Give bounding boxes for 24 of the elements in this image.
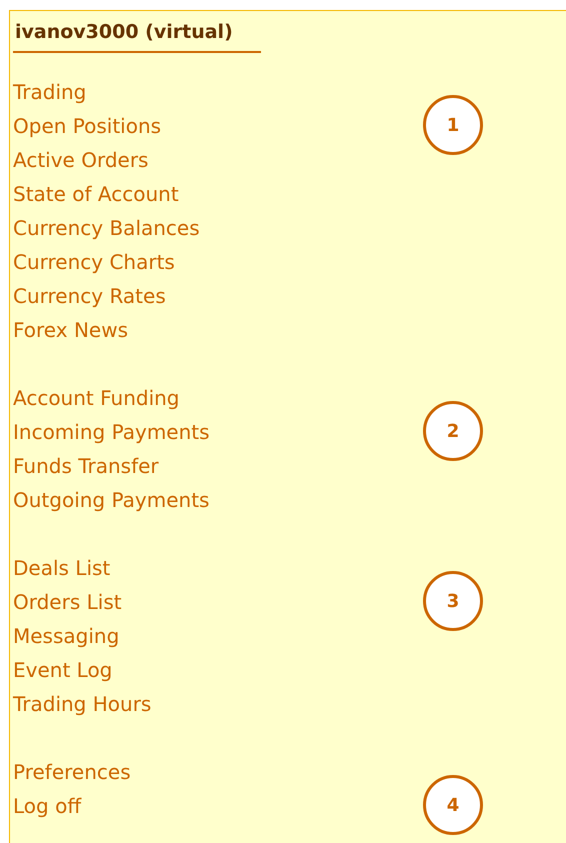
menu-link[interactable]: Trading Hours (13, 687, 152, 721)
menu-link[interactable]: Outgoing Payments (13, 483, 210, 517)
menu-link[interactable]: Orders List (13, 585, 122, 619)
menu-link[interactable]: State of Account (13, 177, 179, 211)
menu-link[interactable]: Currency Rates (13, 279, 166, 313)
menu-link[interactable]: Currency Balances (13, 211, 200, 245)
menu-link[interactable]: Trading (13, 75, 86, 109)
menu-link[interactable]: Deals List (13, 551, 110, 585)
menu-link[interactable]: Forex News (13, 313, 128, 347)
number-badge: 4 (423, 775, 483, 835)
menu-link[interactable]: Messaging (13, 619, 120, 653)
number-badge: 1 (423, 95, 483, 155)
number-badge: 2 (423, 401, 483, 461)
menu-link[interactable]: Active Orders (13, 143, 148, 177)
menu-link[interactable]: Log off (13, 789, 82, 823)
menu-link[interactable]: Account Funding (13, 381, 180, 415)
menu-link[interactable]: Open Positions (13, 109, 162, 143)
menu-link[interactable]: Incoming Payments (13, 415, 210, 449)
menu-link[interactable]: Event Log (13, 653, 112, 687)
menu-link[interactable]: Currency Charts (13, 245, 175, 279)
menu-link[interactable]: Preferences (13, 755, 131, 789)
number-badge: 3 (423, 571, 483, 631)
account-title: ivanov3000 (virtual) (13, 19, 261, 53)
menu-link[interactable]: Funds Transfer (13, 449, 159, 483)
